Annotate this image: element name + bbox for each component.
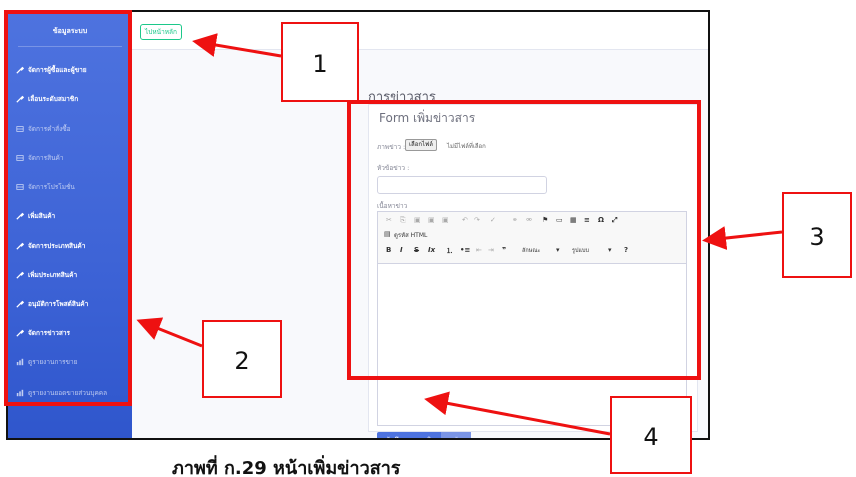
back-button[interactable]: กลับ <box>441 432 471 438</box>
save-button[interactable]: บันทึก <box>377 432 411 438</box>
arrow-3 <box>702 226 783 250</box>
topbar: ไปหน้าหลัก <box>132 12 708 50</box>
highlight-form <box>347 100 701 380</box>
callout-4: 4 <box>610 396 692 474</box>
highlight-sidebar <box>4 10 132 406</box>
cancel-button[interactable]: ยกเลิก <box>409 432 443 438</box>
home-button[interactable]: ไปหน้าหลัก <box>140 24 182 40</box>
figure: ข้อมูลระบบ จัดการผู้ซื้อและผู้ขาย เลื่อน… <box>0 0 856 477</box>
callout-3: 3 <box>782 192 852 278</box>
callout-1: 1 <box>281 22 359 102</box>
callout-2: 2 <box>202 320 282 398</box>
figure-caption: ภาพที่ ก.29 หน้าเพิ่มข่าวสาร <box>172 458 401 477</box>
